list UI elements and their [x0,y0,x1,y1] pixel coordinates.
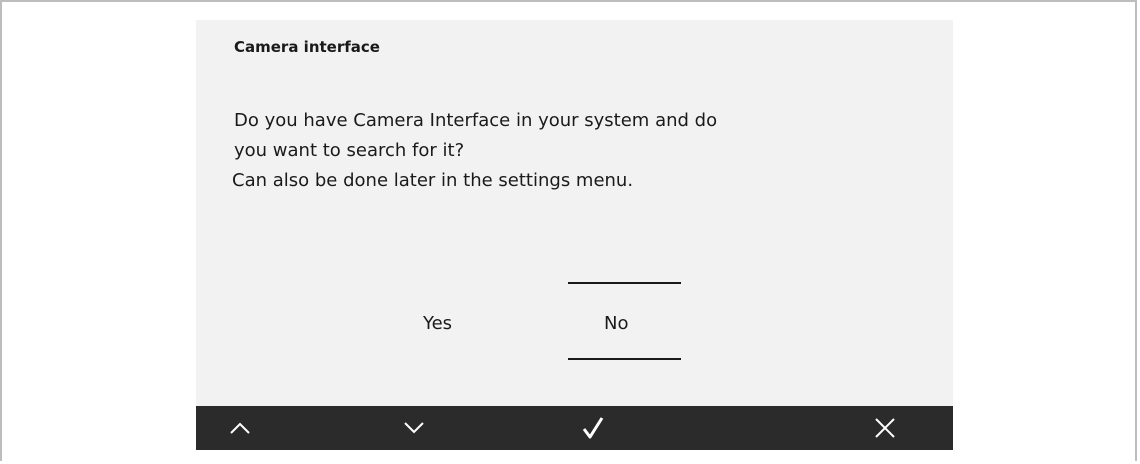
option-yes[interactable]: Yes [423,313,452,334]
selection-line-bottom [568,358,681,360]
cancel-button[interactable] [850,406,920,450]
message-line: Can also be done later in the settings m… [232,170,634,191]
dialog-screen: Camera interface Do you have Camera Inte… [196,20,953,450]
confirm-button[interactable] [558,406,628,450]
message-line: you want to search for it? [234,140,465,161]
message-line: Do you have Camera Interface in your sys… [234,110,718,131]
option-no[interactable]: No [604,313,628,334]
dialog-message: Do you have Camera Interface in your sys… [232,106,934,196]
up-button[interactable] [205,406,275,450]
dialog-title: Camera interface [234,38,380,56]
selection-line-top [568,282,681,284]
bottom-nav-bar [196,406,953,450]
chevron-down-icon [404,422,424,434]
close-icon [875,418,895,438]
down-button[interactable] [379,406,449,450]
chevron-up-icon [230,422,250,434]
checkmark-icon [582,417,604,439]
